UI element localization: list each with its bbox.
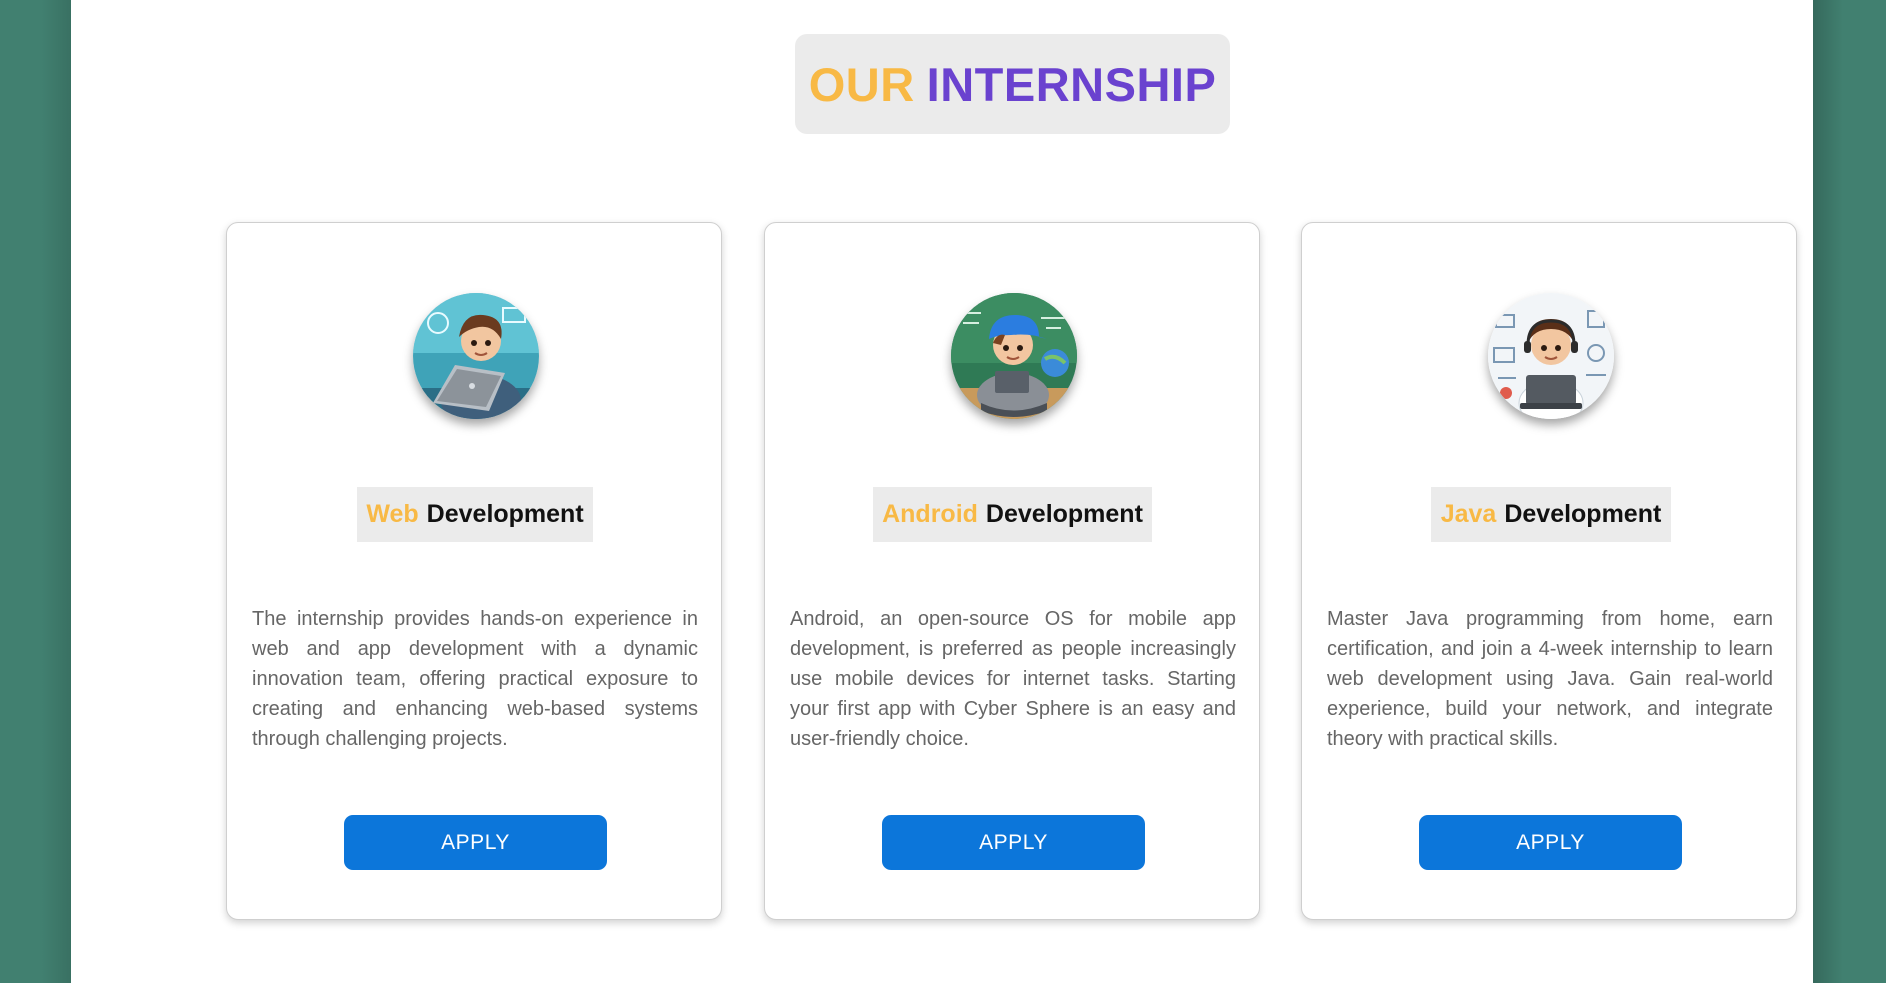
web-dev-avatar-image [413, 293, 539, 419]
apply-button-android[interactable]: APPLY [882, 815, 1145, 870]
card-description-android: Android, an open-source OS for mobile ap… [790, 608, 1236, 750]
java-dev-avatar-image [1488, 293, 1614, 419]
card-title-highlight: Web [366, 500, 419, 528]
card-title-rest: Development [426, 500, 584, 528]
section-title-second: INTERNSHIP [926, 57, 1217, 111]
internship-card-android: Android Development Android, an open-sou… [764, 222, 1260, 920]
card-description-web: The internship provides hands-on experie… [252, 608, 698, 750]
internship-card-java: Java Development Master Java programming… [1301, 222, 1797, 920]
card-title-rest: Development [985, 500, 1143, 528]
card-title-rest: Development [1504, 500, 1662, 528]
internship-card-web: Web Development The internship provides … [226, 222, 722, 920]
card-title-java: Java Development [1431, 487, 1671, 542]
section-title-first: OUR [808, 57, 915, 111]
android-dev-avatar-image [951, 293, 1077, 419]
card-title-android: Android Development [873, 487, 1152, 542]
page-shadow-left [41, 0, 71, 983]
internship-section: OUR INTERNSHIP Web Development The inter… [71, 0, 1813, 983]
section-title: OUR INTERNSHIP [795, 34, 1230, 134]
apply-button-web[interactable]: APPLY [344, 815, 607, 870]
card-description-java: Master Java programming from home, earn … [1327, 608, 1773, 750]
card-title-highlight: Java [1440, 500, 1497, 528]
page-shadow-right [1813, 0, 1843, 983]
card-title-web: Web Development [357, 487, 593, 542]
apply-button-java[interactable]: APPLY [1419, 815, 1682, 870]
card-title-highlight: Android [882, 500, 978, 528]
